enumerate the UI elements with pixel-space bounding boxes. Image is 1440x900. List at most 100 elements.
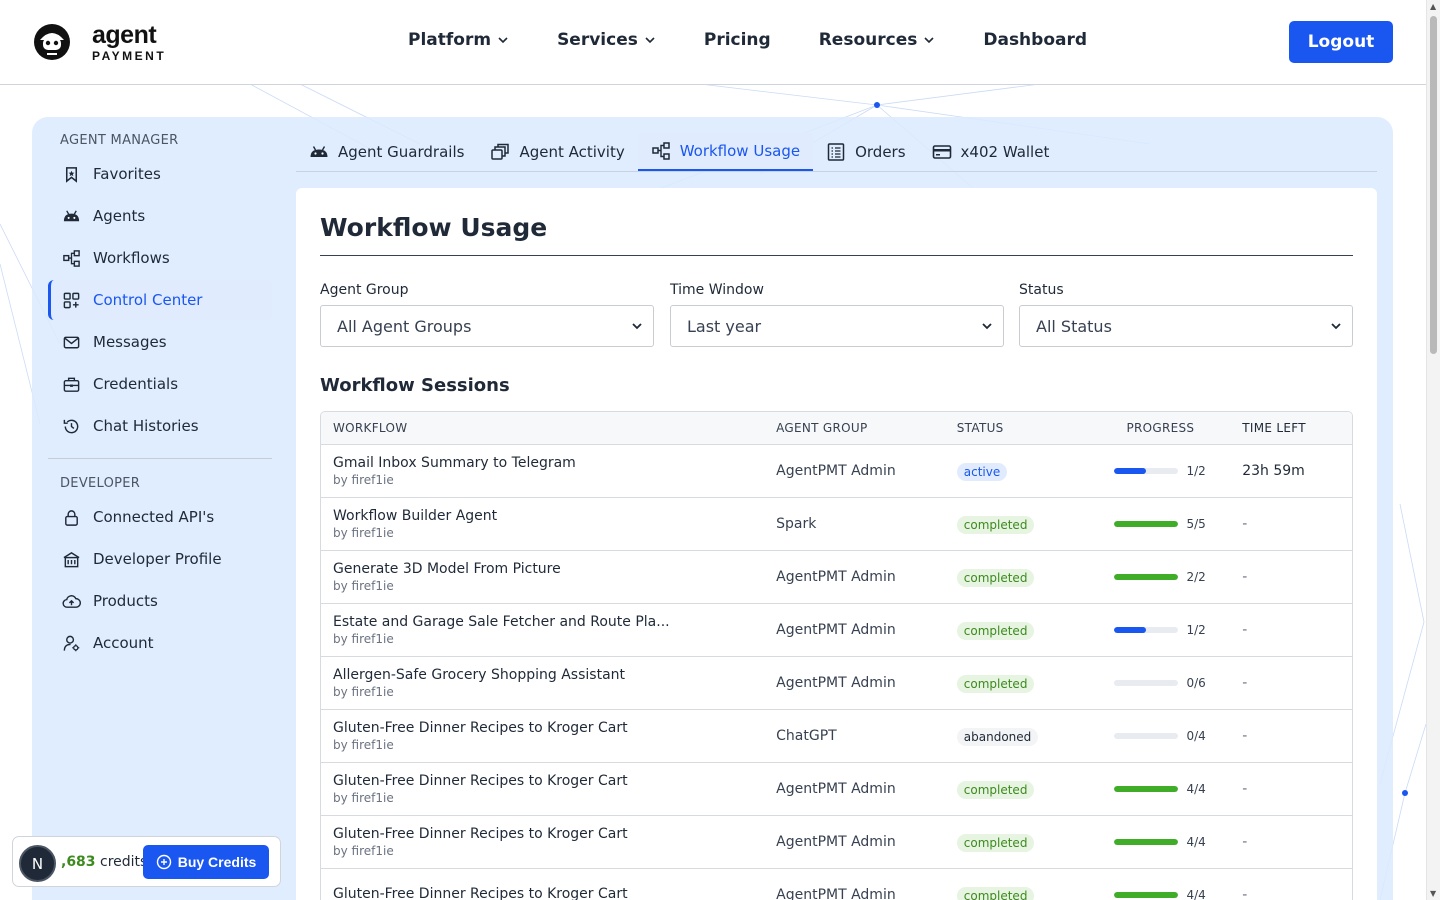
- control-center-tabs: Agent Guardrails Agent Activity Workflow…: [296, 133, 1377, 172]
- history-icon: [63, 419, 79, 433]
- car-icon: [310, 146, 328, 157]
- sidebar-item-credentials[interactable]: Credentials: [48, 364, 272, 404]
- workflow-name[interactable]: Gmail Inbox Summary to Telegram: [333, 455, 776, 471]
- progress-bar: [1114, 733, 1179, 739]
- page-scrollbar[interactable]: ▲ ▼: [1426, 0, 1440, 900]
- agent-payment-logo[interactable]: agent PAYMENT: [32, 22, 166, 62]
- agent-group-cell: AgentPMT Admin: [776, 569, 896, 585]
- sidebar-item-label: Credentials: [93, 375, 179, 393]
- buy-credits-label: Buy Credits: [177, 854, 257, 870]
- nav-services[interactable]: Services: [557, 30, 656, 50]
- progress-cell: 4/4: [1114, 888, 1242, 900]
- sidebar-item-control-center[interactable]: Control Center: [48, 280, 272, 320]
- card-icon: [932, 145, 951, 159]
- table-row[interactable]: Gluten-Free Dinner Recipes to Kroger Car…: [321, 816, 1352, 869]
- column-header-workflow[interactable]: WORKFLOW: [321, 421, 776, 435]
- progress-cell: 1/2: [1114, 623, 1242, 637]
- status-cell: completed: [956, 514, 1115, 534]
- envelope-icon: [63, 336, 80, 348]
- progress-cell: 4/4: [1114, 782, 1242, 796]
- sidebar-item-agents[interactable]: Agents: [48, 196, 272, 236]
- tab-x402-wallet[interactable]: x402 Wallet: [919, 133, 1063, 171]
- table-row[interactable]: Workflow Builder Agent by firef1ie Spark…: [321, 498, 1352, 551]
- nav-pricing[interactable]: Pricing: [704, 30, 771, 50]
- progress-text: 5/5: [1186, 517, 1206, 531]
- agent-group-cell: AgentPMT Admin: [776, 622, 896, 638]
- agent-group-cell: Spark: [776, 516, 817, 532]
- time-window-select[interactable]: Last year: [670, 305, 1004, 347]
- column-header-progress[interactable]: PROGRESS: [1114, 421, 1242, 435]
- progress-text: 2/2: [1186, 570, 1206, 584]
- agent-group-cell: AgentPMT Admin: [776, 887, 896, 900]
- avatar[interactable]: N: [19, 845, 56, 882]
- table-row[interactable]: Gmail Inbox Summary to Telegram by firef…: [321, 445, 1352, 498]
- tab-label: x402 Wallet: [960, 143, 1050, 161]
- sidebar-item-workflows[interactable]: Workflows: [48, 238, 272, 278]
- progress-text: 4/4: [1186, 888, 1206, 900]
- column-header-agent-group[interactable]: AGENT GROUP: [776, 421, 957, 435]
- briefcase-icon: [63, 377, 80, 392]
- progress-cell: 0/6: [1114, 676, 1242, 690]
- logo-subtitle: PAYMENT: [92, 48, 167, 63]
- table-row[interactable]: Generate 3D Model From Picture by firef1…: [321, 551, 1352, 604]
- table-row[interactable]: Allergen-Safe Grocery Shopping Assistant…: [321, 657, 1352, 710]
- scroll-up-arrow-icon[interactable]: ▲: [1430, 2, 1436, 11]
- workflow-name[interactable]: Generate 3D Model From Picture: [333, 561, 776, 577]
- workflow-name[interactable]: Gluten-Free Dinner Recipes to Kroger Car…: [333, 773, 776, 789]
- status-cell: completed: [956, 567, 1115, 587]
- workflow-name[interactable]: Workflow Builder Agent: [333, 508, 776, 524]
- workflow-name[interactable]: Gluten-Free Dinner Recipes to Kroger Car…: [333, 826, 776, 842]
- progress-bar: [1114, 786, 1179, 792]
- chevron-down-icon: [632, 323, 642, 330]
- tab-label: Agent Activity: [519, 143, 625, 161]
- sidebar: AGENT MANAGER Favorites Agents Workflows…: [48, 130, 272, 663]
- progress-cell: 4/4: [1114, 835, 1242, 849]
- sidebar-item-label: Products: [93, 592, 158, 610]
- tab-orders[interactable]: Orders: [813, 133, 918, 171]
- nav-resources[interactable]: Resources: [819, 30, 936, 50]
- tab-agent-guardrails[interactable]: Agent Guardrails: [296, 133, 477, 171]
- credit-amount: ,683: [61, 854, 96, 870]
- buy-credits-button[interactable]: Buy Credits: [143, 845, 269, 879]
- agent-group-cell: AgentPMT Admin: [776, 781, 896, 797]
- workflow-name[interactable]: Gluten-Free Dinner Recipes to Kroger Car…: [333, 720, 776, 736]
- sidebar-item-favorites[interactable]: Favorites: [48, 154, 272, 194]
- workflow-cell: Gluten-Free Dinner Recipes to Kroger Car…: [321, 720, 776, 752]
- workflow-name[interactable]: Gluten-Free Dinner Recipes to Kroger Car…: [333, 886, 776, 900]
- table-row[interactable]: Gluten-Free Dinner Recipes to Kroger Car…: [321, 869, 1352, 900]
- workflow-cell: Workflow Builder Agent by firef1ie: [321, 508, 776, 540]
- chevron-down-icon: [1331, 323, 1341, 330]
- workflow-name[interactable]: Estate and Garage Sale Fetcher and Route…: [333, 614, 776, 630]
- progress-bar-fill: [1114, 627, 1147, 633]
- sidebar-item-chat-histories[interactable]: Chat Histories: [48, 406, 272, 446]
- sidebar-item-messages[interactable]: Messages: [48, 322, 272, 362]
- sidebar-item-label: Connected API's: [93, 508, 215, 526]
- sidebar-item-connected-apis[interactable]: Connected API's: [48, 497, 272, 537]
- nav-platform[interactable]: Platform: [408, 30, 509, 50]
- logout-button[interactable]: Logout: [1289, 21, 1393, 63]
- status-cell: completed: [956, 673, 1115, 693]
- tab-agent-activity[interactable]: Agent Activity: [477, 133, 637, 171]
- table-row[interactable]: Gluten-Free Dinner Recipes to Kroger Car…: [321, 763, 1352, 816]
- title-divider: [320, 255, 1353, 256]
- workflow-name[interactable]: Allergen-Safe Grocery Shopping Assistant: [333, 667, 776, 683]
- chevron-down-icon: [645, 37, 655, 44]
- progress-text: 4/4: [1186, 835, 1206, 849]
- workflow-cell: Gluten-Free Dinner Recipes to Kroger Car…: [321, 886, 776, 900]
- scroll-down-arrow-icon[interactable]: ▼: [1430, 889, 1436, 898]
- table-row[interactable]: Gluten-Free Dinner Recipes to Kroger Car…: [321, 710, 1352, 763]
- sidebar-item-account[interactable]: Account: [48, 623, 272, 663]
- column-header-status[interactable]: STATUS: [957, 421, 1115, 435]
- main-nav: Platform Services Pricing Resources Dash…: [408, 30, 1087, 50]
- column-header-time-left[interactable]: TIME LEFT: [1242, 421, 1352, 435]
- status-select[interactable]: All Status: [1019, 305, 1353, 347]
- sidebar-item-products[interactable]: Products: [48, 581, 272, 621]
- agent-group-select[interactable]: All Agent Groups: [320, 305, 654, 347]
- sidebar-item-developer-profile[interactable]: Developer Profile: [48, 539, 272, 579]
- workflow-author: by firef1ie: [333, 526, 394, 540]
- tab-workflow-usage[interactable]: Workflow Usage: [637, 133, 814, 171]
- progress-bar: [1114, 892, 1179, 898]
- scrollbar-thumb[interactable]: [1430, 16, 1437, 354]
- nav-dashboard[interactable]: Dashboard: [983, 30, 1087, 50]
- table-row[interactable]: Estate and Garage Sale Fetcher and Route…: [321, 604, 1352, 657]
